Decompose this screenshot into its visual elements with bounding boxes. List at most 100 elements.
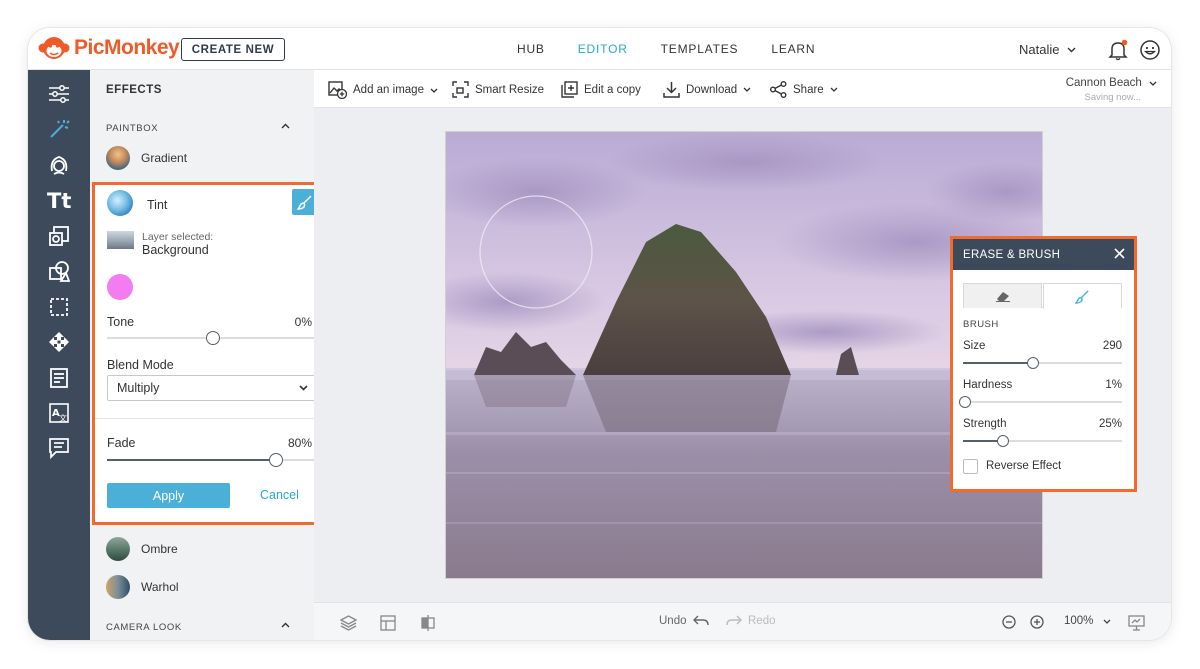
face-icon[interactable]: [47, 153, 71, 177]
nav-editor[interactable]: EDITOR: [578, 42, 628, 56]
tool-rail: Tt A文: [28, 70, 90, 640]
share-label: Share: [793, 83, 824, 96]
copy-icon: [561, 81, 578, 98]
zoom-out-icon[interactable]: [1002, 615, 1016, 629]
chevron-down-icon: [1103, 619, 1111, 624]
add-image-button[interactable]: Add an image: [328, 81, 438, 99]
effect-item-warhol[interactable]: Warhol: [106, 575, 179, 599]
effect-item-gradient[interactable]: Gradient: [106, 146, 187, 170]
warhol-thumbnail: [106, 575, 130, 599]
editor-toolbar: Add an image Smart Resize Edit a copy Do…: [314, 70, 1171, 108]
present-icon[interactable]: [1128, 615, 1145, 631]
create-new-button[interactable]: CREATE NEW: [181, 38, 285, 61]
resize-icon: [452, 81, 469, 98]
effect-item-label: Ombre: [141, 542, 178, 556]
camera-look-section-header[interactable]: CAMERA LOOK: [106, 622, 182, 633]
undo-button[interactable]: Undo: [659, 615, 709, 627]
tone-slider[interactable]: [107, 331, 318, 345]
size-slider-handle[interactable]: [1026, 357, 1039, 369]
adjustments-icon[interactable]: [47, 82, 71, 106]
tone-slider-handle[interactable]: [205, 331, 220, 345]
paintbox-section-header[interactable]: PAINTBOX: [106, 123, 158, 134]
paintbrush-icon: [297, 195, 312, 210]
bell-icon[interactable]: [1107, 39, 1129, 61]
gradient-thumbnail: [106, 146, 130, 170]
fade-label: Fade: [107, 436, 136, 450]
graphics-icon[interactable]: [47, 224, 71, 248]
svg-text:文: 文: [59, 413, 67, 423]
add-image-label: Add an image: [353, 84, 424, 96]
tint-color-swatch[interactable]: [107, 274, 133, 300]
chevron-down-icon: [299, 385, 308, 391]
strength-slider[interactable]: [963, 435, 1122, 447]
editor-bottom-bar: Undo Redo 100%: [314, 602, 1171, 640]
download-button[interactable]: Download: [663, 81, 751, 98]
compare-icon[interactable]: [420, 615, 436, 631]
app-window: PicMonkey CREATE NEW HUB EDITOR TEMPLATE…: [28, 28, 1171, 640]
fade-slider[interactable]: [107, 453, 318, 467]
chevron-up-icon[interactable]: [281, 622, 290, 628]
magic-wand-icon[interactable]: [47, 117, 71, 141]
share-icon: [770, 81, 787, 98]
edit-copy-label: Edit a copy: [584, 83, 641, 96]
close-icon[interactable]: [1114, 248, 1125, 259]
reverse-effect-checkbox[interactable]: [963, 459, 978, 474]
project-name[interactable]: Cannon Beach: [1066, 77, 1157, 89]
erase-brush-title: ERASE & BRUSH: [963, 248, 1061, 261]
hardness-slider[interactable]: [958, 396, 1122, 408]
edit-copy-button[interactable]: Edit a copy: [561, 81, 641, 98]
smiley-icon[interactable]: [1139, 39, 1161, 61]
shapes-icon[interactable]: [47, 259, 71, 283]
apply-button[interactable]: Apply: [107, 483, 230, 508]
ombre-thumbnail: [106, 537, 130, 561]
layers-icon[interactable]: [340, 615, 357, 631]
zoom-select[interactable]: 100%: [1064, 615, 1111, 627]
user-menu[interactable]: Natalie: [1019, 42, 1076, 57]
effects-title: EFFECTS: [106, 84, 162, 96]
nav-templates[interactable]: TEMPLATES: [661, 42, 739, 56]
blend-mode-select[interactable]: Multiply: [107, 375, 318, 401]
tab-erase[interactable]: [963, 283, 1042, 308]
chevron-up-icon[interactable]: [281, 123, 290, 129]
strength-label: Strength: [963, 418, 1007, 430]
nav-learn[interactable]: LEARN: [771, 42, 815, 56]
undo-label: Undo: [659, 615, 687, 627]
reverse-effect-label: Reverse Effect: [986, 460, 1062, 472]
fade-value: 80%: [287, 436, 312, 450]
size-slider[interactable]: [963, 357, 1122, 369]
tone-value: 0%: [294, 315, 312, 329]
share-button[interactable]: Share: [770, 81, 838, 98]
blend-mode-value: Multiply: [117, 381, 160, 395]
effect-item-ombre[interactable]: Ombre: [106, 537, 178, 561]
text-icon[interactable]: Tt: [47, 188, 71, 212]
fade-slider-handle[interactable]: [268, 453, 283, 467]
tint-title: Tint: [147, 198, 168, 212]
layers-panel-icon[interactable]: [47, 366, 71, 390]
redo-label: Redo: [748, 615, 776, 627]
redo-button[interactable]: Redo: [726, 615, 776, 627]
comments-icon[interactable]: [47, 436, 71, 460]
texture-icon[interactable]: [47, 330, 71, 354]
zoom-in-icon[interactable]: [1030, 615, 1044, 629]
brush-section-header: BRUSH: [963, 319, 999, 330]
zoom-value: 100%: [1064, 615, 1094, 627]
hardness-slider-handle[interactable]: [958, 396, 971, 408]
tint-thumbnail: [107, 190, 133, 216]
translate-icon[interactable]: A文: [47, 401, 71, 425]
grid-icon[interactable]: [380, 615, 396, 631]
frame-icon[interactable]: [47, 295, 71, 319]
tab-brush[interactable]: [1043, 283, 1122, 309]
project-name-label: Cannon Beach: [1065, 77, 1142, 89]
size-slider-fill: [963, 362, 1033, 364]
erase-brush-panel: ERASE & BRUSH BRUSH Size 290 Hardness 1%…: [950, 236, 1137, 492]
logo[interactable]: PicMonkey: [38, 34, 180, 62]
logo-text: PicMonkey: [74, 36, 180, 59]
nav-hub[interactable]: HUB: [517, 42, 545, 56]
top-bar: PicMonkey CREATE NEW HUB EDITOR TEMPLATE…: [28, 28, 1171, 70]
add-image-icon: [328, 81, 347, 99]
chevron-down-icon: [1067, 47, 1076, 52]
strength-slider-handle[interactable]: [996, 435, 1009, 447]
cancel-button[interactable]: Cancel: [260, 488, 299, 502]
erase-brush-header: ERASE & BRUSH: [953, 239, 1134, 270]
smart-resize-button[interactable]: Smart Resize: [452, 81, 544, 98]
